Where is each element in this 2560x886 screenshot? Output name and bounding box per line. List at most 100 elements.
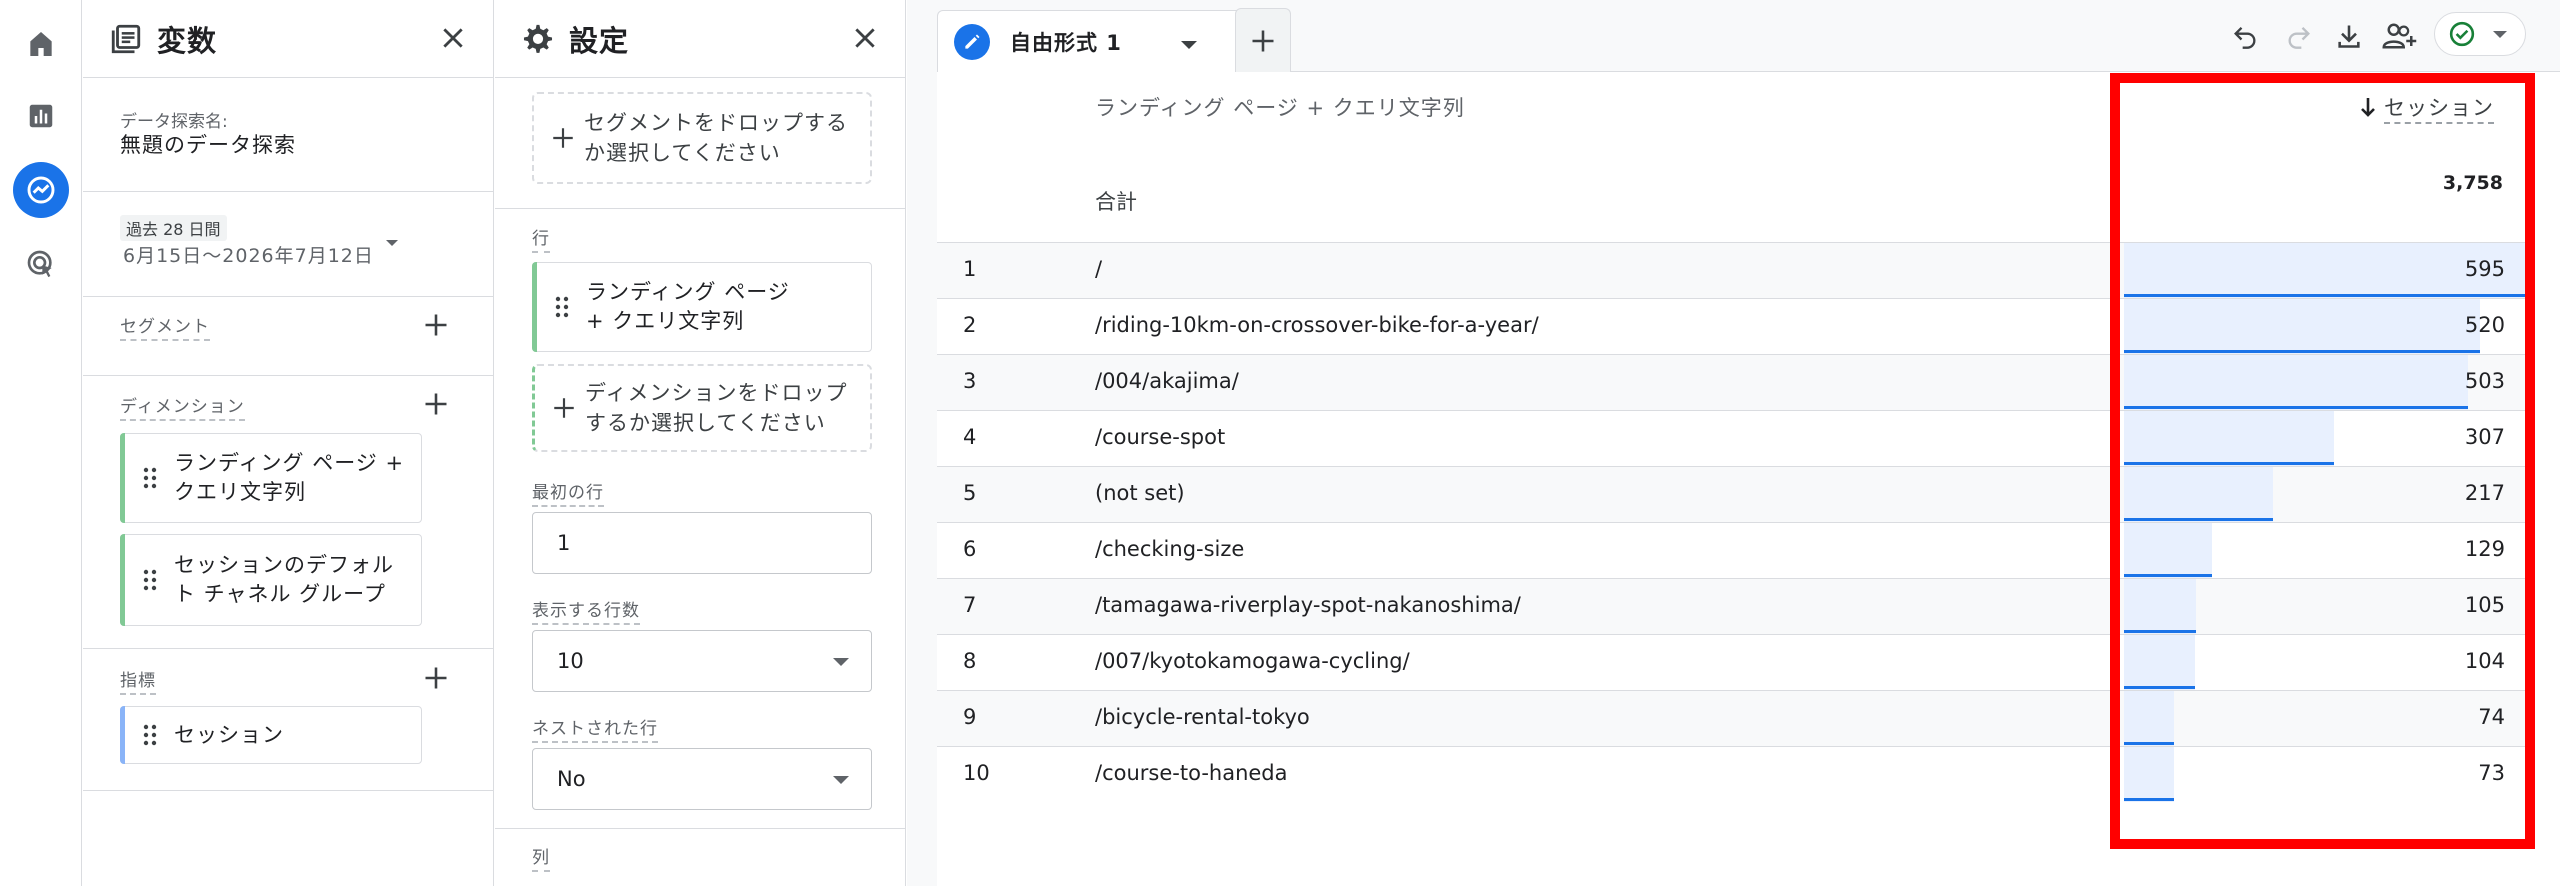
dimension-dropzone[interactable]: ディメンションをドロップするか選択してください xyxy=(532,364,872,452)
reports-button[interactable] xyxy=(13,88,69,144)
dimension-column-header[interactable]: ランディング ページ + クエリ文字列 xyxy=(1095,92,1465,122)
advertising-button[interactable] xyxy=(13,236,69,292)
row-chip-accent xyxy=(532,262,537,352)
first-row-input[interactable]: 1 xyxy=(532,512,872,574)
metric-chip[interactable]: セッション xyxy=(120,706,422,764)
metric-cell: 104 xyxy=(2124,635,2531,691)
variables-icon xyxy=(111,24,141,53)
total-value: 3,758 xyxy=(2442,172,2503,194)
dimension-chip[interactable]: セッションのデフォルト チャネル グループ xyxy=(120,534,422,626)
table-row[interactable]: 7/tamagawa-riverplay-spot-nakanoshima/10… xyxy=(937,579,2531,635)
edit-tab-button[interactable] xyxy=(954,24,990,60)
drag-handle-icon[interactable] xyxy=(143,569,157,591)
quality-status-button[interactable] xyxy=(2434,12,2526,56)
metric-cell: 503 xyxy=(2124,355,2531,411)
plus-icon xyxy=(553,128,573,148)
table-row[interactable]: 9/bicycle-rental-tokyo 74 xyxy=(937,691,2531,747)
redo-button[interactable] xyxy=(2281,18,2317,54)
row-number: 9 xyxy=(963,705,977,729)
home-icon xyxy=(30,32,52,56)
table-row[interactable]: 5 (not set) 217 xyxy=(937,467,2531,523)
columns-label: 列 xyxy=(532,843,550,872)
row-dimension-value: /bicycle-rental-tokyo xyxy=(1095,705,1310,729)
segments-label: セグメント xyxy=(120,312,210,341)
table-row[interactable]: 4/course-spot 307 xyxy=(937,411,2531,467)
drag-handle-icon[interactable] xyxy=(143,724,157,746)
undo-button[interactable] xyxy=(2227,18,2263,54)
date-range-section[interactable]: 過去 28 日間 6月15日～2026年7月12日 xyxy=(83,193,493,297)
tab-freeform[interactable]: 自由形式 1 xyxy=(937,10,1254,72)
explore-button[interactable] xyxy=(13,162,69,218)
close-settings-button[interactable] xyxy=(847,20,883,56)
sort-descending-arrow-icon xyxy=(2361,98,2375,117)
row-number: 3 xyxy=(963,369,977,393)
metric-value: 520 xyxy=(2464,313,2505,337)
add-tab-button[interactable] xyxy=(1235,8,1291,72)
segments-section: セグメント xyxy=(83,298,493,376)
row-dimension-value: /007/kyotokamogawa-cycling/ xyxy=(1095,649,1410,673)
settings-header: 設定 xyxy=(495,0,905,78)
metric-cell: 105 xyxy=(2124,579,2531,635)
rows-label: 行 xyxy=(532,224,550,253)
dimension-chip-accent xyxy=(120,534,125,626)
add-person-icon xyxy=(2382,23,2417,49)
explore-icon xyxy=(27,176,55,204)
dimension-chip-label: ランディング ページ + クエリ文字列 xyxy=(174,451,405,504)
metric-bar-fill xyxy=(2124,467,2273,522)
metric-chip-label: セッション xyxy=(174,722,284,747)
metric-chip-accent xyxy=(120,706,125,764)
row-dimension-value: /course-spot xyxy=(1095,425,1226,449)
exploration-name[interactable]: 無題のデータ探索 xyxy=(120,129,296,159)
download-button[interactable] xyxy=(2331,18,2367,54)
columns-divider xyxy=(495,828,905,829)
close-variables-button[interactable] xyxy=(435,20,471,56)
add-metric-plus-icon[interactable] xyxy=(422,664,450,692)
metric-cell: 73 xyxy=(2124,747,2531,803)
plus-icon xyxy=(554,398,574,418)
row-dimension-value: /riding-10km-on-crossover-bike-for-a-yea… xyxy=(1095,313,1539,337)
close-icon xyxy=(443,28,463,48)
variables-title: 変数 xyxy=(157,23,218,58)
metric-value: 105 xyxy=(2464,593,2505,617)
metric-cell: 74 xyxy=(2124,691,2531,747)
reports-icon xyxy=(29,104,53,128)
exploration-canvas: 自由形式 1 ランディング ページ + クエリ文字列 セッション 合計 3,75… xyxy=(937,0,2560,886)
show-rows-select[interactable]: 10 xyxy=(532,630,872,692)
plus-icon xyxy=(1252,30,1274,51)
drag-handle-icon[interactable] xyxy=(143,467,157,489)
share-button[interactable] xyxy=(2378,18,2422,54)
metric-bar-line xyxy=(2124,350,2480,353)
chevron-down-icon[interactable] xyxy=(1181,41,1197,49)
segment-dropzone[interactable]: セグメントをドロップするか選択してください xyxy=(532,92,872,184)
undo-icon xyxy=(2234,27,2256,49)
download-icon xyxy=(2338,25,2360,48)
table-row[interactable]: 2/riding-10km-on-crossover-bike-for-a-ye… xyxy=(937,299,2531,355)
row-number: 6 xyxy=(963,537,977,561)
home-button[interactable] xyxy=(13,16,69,72)
table-row[interactable]: 1 / 595 xyxy=(937,243,2531,299)
dimension-chip-label: セッションのデフォルト チャネル グループ xyxy=(174,553,394,606)
metric-bar-fill xyxy=(2124,355,2468,410)
row-dimension-value: /checking-size xyxy=(1095,537,1245,561)
chevron-down-icon xyxy=(386,240,398,246)
table-row[interactable]: 6/checking-size 129 xyxy=(937,523,2531,579)
settings-panel: 設定 セグメントをドロップするか選択してください 行 ランディング ページ + … xyxy=(495,0,906,886)
metric-cell: 520 xyxy=(2124,299,2531,355)
segment-dropzone-text: セグメントをドロップするか選択してください xyxy=(584,111,848,165)
table-row[interactable]: 8/007/kyotokamogawa-cycling/104 xyxy=(937,635,2531,691)
nested-rows-value: No xyxy=(557,767,586,791)
row-dimension-value: (not set) xyxy=(1095,481,1185,505)
table-row[interactable]: 10/course-to-haneda 73 xyxy=(937,747,2531,803)
panel-gutter xyxy=(907,0,937,886)
data-table-body: 1 / 595 2/riding-10km-on-crossover-bike-fo… xyxy=(937,242,2531,803)
metric-bar-fill xyxy=(2124,523,2212,578)
nested-rows-select[interactable]: No xyxy=(532,748,872,810)
add-segment-plus-icon[interactable] xyxy=(422,311,450,339)
metric-bar-line xyxy=(2124,686,2195,689)
metric-column-header[interactable]: セッション xyxy=(2358,92,2494,124)
row-dimension-chip[interactable]: ランディング ページ + クエリ文字列 xyxy=(532,262,872,352)
drag-handle-icon[interactable] xyxy=(555,296,569,318)
table-row[interactable]: 3/004/akajima/503 xyxy=(937,355,2531,411)
add-dimension-plus-icon[interactable] xyxy=(422,390,450,418)
dimension-chip[interactable]: ランディング ページ + クエリ文字列 xyxy=(120,433,422,523)
